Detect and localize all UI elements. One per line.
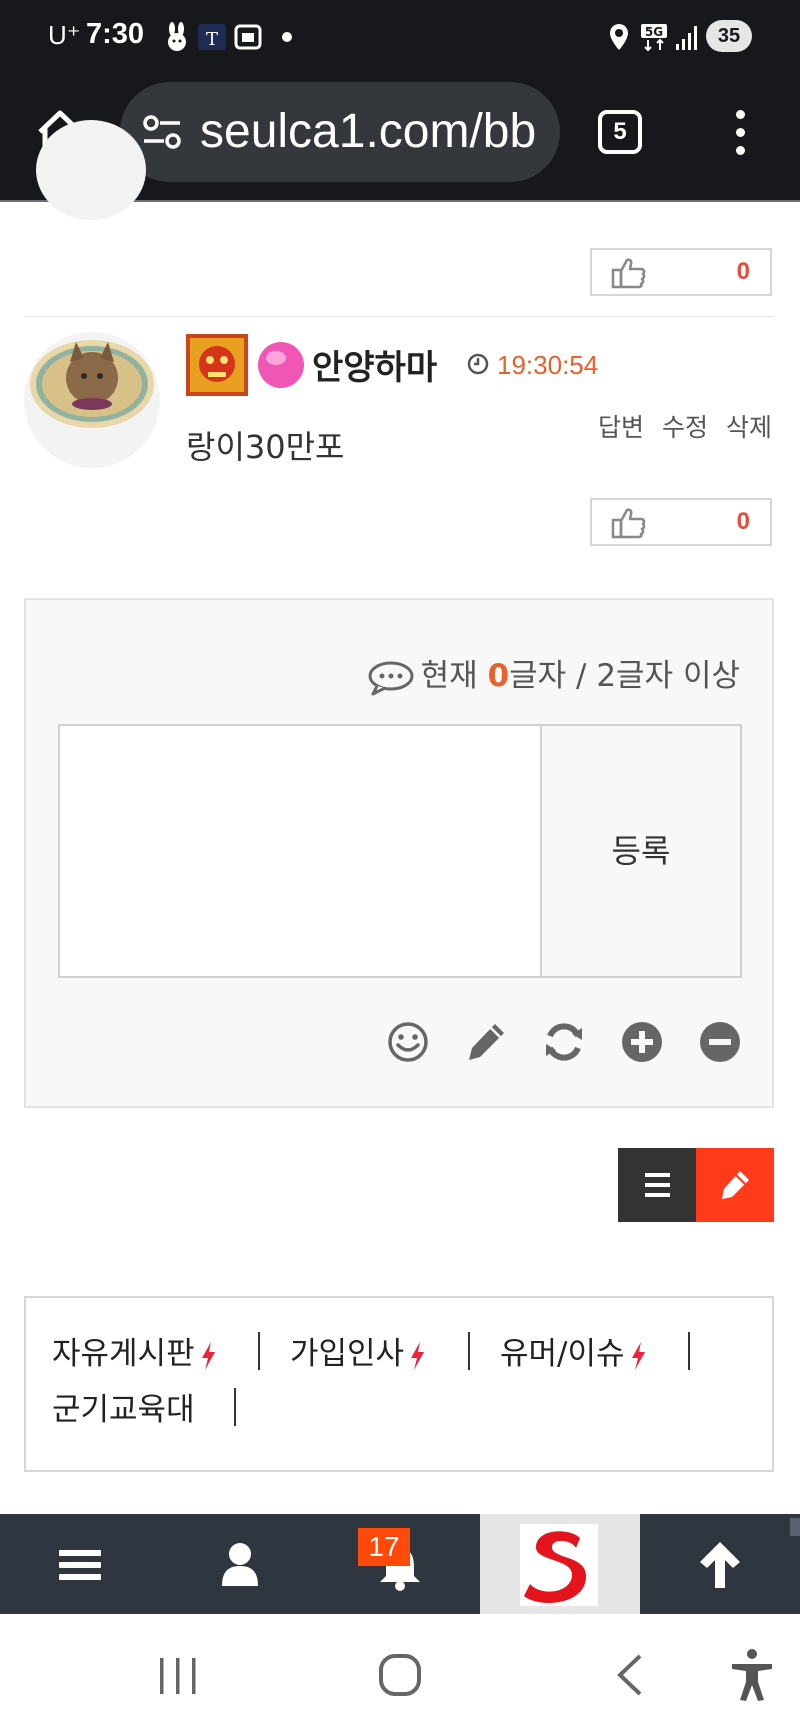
rabbit-icon	[168, 22, 186, 51]
avatar[interactable]	[24, 332, 160, 468]
t-app-icon: T	[198, 24, 226, 50]
user-icon[interactable]	[200, 1514, 280, 1614]
board-link-greeting[interactable]: 가입인사	[290, 1328, 426, 1373]
thumbs-up-icon	[611, 508, 646, 539]
board-separator	[258, 1332, 260, 1370]
plus-circle-icon[interactable]	[620, 1020, 664, 1064]
menu-icon[interactable]	[40, 1514, 120, 1614]
comment-divider	[24, 316, 774, 317]
comment-input[interactable]	[58, 724, 542, 978]
thumbs-up-icon	[611, 258, 646, 289]
board-separator	[234, 1388, 236, 1426]
smile-icon[interactable]	[386, 1020, 430, 1064]
comment-time: 19:30:54	[497, 350, 599, 380]
accessibility-icon[interactable]	[724, 1644, 780, 1704]
pencil-icon	[722, 1171, 749, 1199]
edit-link[interactable]: 수정	[662, 408, 708, 444]
level-badge-icon	[186, 334, 248, 396]
board-link-humor[interactable]: 유머/이슈	[500, 1328, 647, 1373]
scrollbar-thumb[interactable]	[790, 1518, 800, 1536]
minus-circle-icon[interactable]	[698, 1020, 742, 1064]
arrow-up-icon[interactable]	[680, 1514, 760, 1614]
status-bar: U⁺ 7:30 T 5G 35	[0, 0, 800, 76]
previous-comment-avatar	[36, 120, 146, 220]
address-bar[interactable]: seulca1.com/bb	[120, 82, 560, 182]
gem-icon	[258, 342, 304, 388]
delete-link[interactable]: 삭제	[726, 408, 772, 444]
like-button[interactable]: 0	[590, 248, 772, 296]
chat-icon	[368, 661, 414, 695]
bolt-icon	[631, 1341, 645, 1370]
refresh-icon[interactable]	[542, 1020, 586, 1064]
board-label: 가입인사	[290, 1336, 405, 1372]
counter-prefix: 현재	[420, 658, 488, 694]
board-separator	[468, 1332, 470, 1370]
svg-text:T: T	[206, 29, 218, 50]
board-link-discipline[interactable]: 군기교육대	[52, 1384, 195, 1429]
notification-badge: 17	[358, 1528, 410, 1566]
like-button[interactable]: 0	[590, 498, 772, 546]
comment-form: 현재 0글자 / 2글자 이상 등록	[24, 598, 774, 1108]
system-nav-bar	[0, 1614, 800, 1734]
like-count: 0	[736, 258, 750, 285]
status-time: 7:30	[86, 18, 145, 50]
tune-icon[interactable]	[142, 114, 182, 150]
back-icon[interactable]	[602, 1650, 658, 1700]
like-count: 0	[736, 508, 750, 535]
char-counter: 현재 0글자 / 2글자 이상	[367, 650, 740, 696]
site-logo-button[interactable]	[480, 1514, 640, 1614]
cat-avatar-image	[30, 340, 154, 428]
board-label: 군기교육대	[52, 1392, 195, 1428]
clock-icon	[467, 353, 489, 375]
list-icon	[645, 1173, 670, 1197]
list-button[interactable]	[618, 1148, 696, 1222]
counter-suffix: 글자 / 2글자 이상	[509, 658, 740, 694]
bottom-nav: 17	[0, 1514, 800, 1614]
submit-button[interactable]: 등록	[542, 724, 742, 978]
board-link-free[interactable]: 자유게시판	[52, 1328, 217, 1373]
svg-text:5G: 5G	[645, 25, 663, 39]
board-separator	[688, 1332, 690, 1370]
signal-bars-icon	[676, 26, 697, 50]
board-links: 자유게시판 가입인사 유머/이슈 군기교육대	[24, 1296, 774, 1472]
url-text[interactable]: seulca1.com/bb	[200, 104, 536, 159]
page: U⁺ 7:30 T 5G 35 seulca1.com/bb 5 0 안양하마 …	[0, 0, 800, 1734]
board-label: 자유게시판	[52, 1336, 195, 1372]
recents-icon[interactable]	[150, 1650, 206, 1700]
logo-icon	[520, 1524, 598, 1606]
5g-signal-icon: 5G	[641, 24, 667, 52]
more-icon[interactable]	[728, 110, 752, 156]
comment-text: 랑이30만포	[186, 428, 345, 466]
home-circle-icon[interactable]	[372, 1650, 428, 1700]
board-label: 유머/이슈	[500, 1336, 625, 1372]
counter-value: 0	[487, 658, 510, 694]
location-icon	[610, 24, 628, 50]
comment-author[interactable]: 안양하마	[312, 340, 437, 389]
bolt-icon	[201, 1341, 215, 1370]
tab-switcher-button[interactable]: 5	[598, 110, 642, 154]
battery-indicator: 35	[706, 20, 752, 52]
carrier-label: U⁺	[48, 20, 81, 50]
bolt-icon	[411, 1341, 425, 1370]
pencil-icon[interactable]	[464, 1020, 508, 1064]
write-button[interactable]	[696, 1148, 774, 1222]
screenshot-icon	[234, 24, 262, 50]
reply-link[interactable]: 답변	[598, 408, 644, 444]
dot-icon	[282, 32, 292, 42]
